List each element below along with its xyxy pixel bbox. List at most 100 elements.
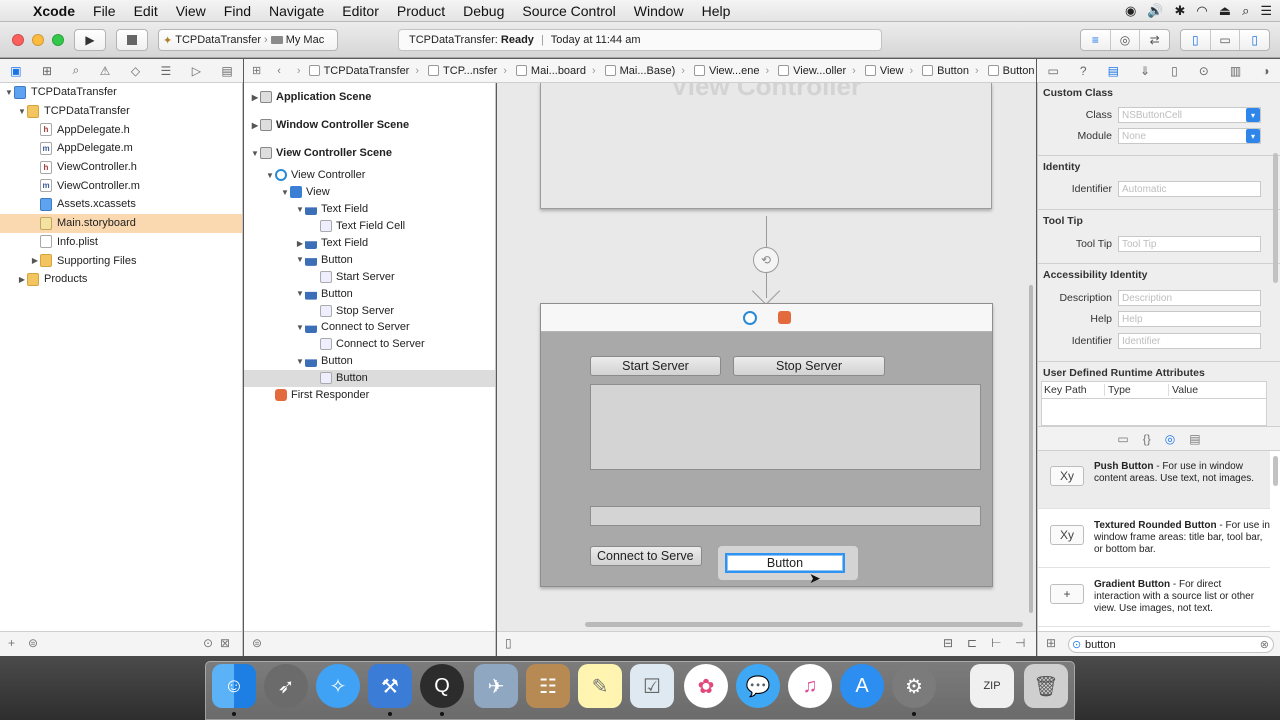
- size-inspector-icon[interactable]: ▯: [1171, 64, 1178, 78]
- menu-find[interactable]: Find: [215, 3, 260, 19]
- menu-source-control[interactable]: Source Control: [513, 3, 624, 19]
- outline-item[interactable]: Button: [244, 369, 495, 387]
- filter-icon[interactable]: ⊜: [28, 636, 38, 650]
- keypath-column[interactable]: Key Path: [1042, 384, 1105, 396]
- connect-to-server-button[interactable]: Connect to Serve: [590, 546, 702, 566]
- editor-mode-segment[interactable]: ≡ ◎ ⇄: [1080, 29, 1170, 51]
- breakpoint-navigator-icon[interactable]: ▷: [192, 64, 201, 78]
- outline-item[interactable]: ▼ View: [244, 184, 495, 201]
- navigator-item[interactable]: m AppDelegate.m: [0, 139, 242, 158]
- value-column[interactable]: Value: [1169, 384, 1198, 396]
- close-window-button[interactable]: [12, 34, 24, 46]
- navigator-item[interactable]: Info.plist: [0, 233, 242, 252]
- runtime-attributes-table[interactable]: [1041, 399, 1267, 426]
- scheme-selector[interactable]: ✦ TCPDataTransfer › My Mac: [158, 29, 338, 51]
- library-scrollbar[interactable]: [1273, 456, 1278, 486]
- disclosure-triangle-icon[interactable]: ▶: [17, 275, 27, 284]
- identifier-field[interactable]: Automatic: [1118, 181, 1261, 197]
- outline-item[interactable]: Connect to Server: [244, 336, 495, 353]
- menu-window[interactable]: Window: [625, 3, 693, 19]
- class-popup-icon[interactable]: ▾: [1246, 108, 1260, 122]
- view-toggle-segment[interactable]: ▯ ▭ ▯: [1180, 29, 1270, 51]
- class-field[interactable]: NSButtonCell ▾: [1118, 107, 1261, 123]
- inspector-scrollbar[interactable]: [1273, 153, 1278, 283]
- input-text-field[interactable]: [590, 506, 981, 526]
- navigator-toggle-icon[interactable]: ▯: [1181, 30, 1211, 50]
- breadcrumb-item[interactable]: › View...oller: [766, 65, 853, 77]
- disclosure-triangle-icon[interactable]: ▼: [295, 323, 305, 332]
- first-responder-icon[interactable]: [778, 311, 791, 324]
- help-field[interactable]: Help: [1118, 311, 1261, 327]
- outline-item[interactable]: ▶ Window Controller Scene: [244, 111, 495, 139]
- navigator-item[interactable]: h AppDelegate.h: [0, 120, 242, 139]
- menu-editor[interactable]: Editor: [333, 3, 388, 19]
- storyboard-canvas[interactable]: View Controller ⟲ Start Server Stop Serv…: [497, 83, 1036, 631]
- project-navigator-icon[interactable]: ▣: [10, 64, 21, 78]
- minimize-window-button[interactable]: [32, 34, 44, 46]
- stack-icon[interactable]: ⊟: [943, 636, 953, 650]
- library-item[interactable]: + Gradient Button - For direct interactio…: [1038, 569, 1270, 627]
- code-snippet-library-icon[interactable]: {}: [1143, 432, 1151, 446]
- navigator-item[interactable]: ▶ Supporting Files: [0, 251, 242, 270]
- debug-area-toggle-icon[interactable]: ▭: [1211, 30, 1241, 50]
- breadcrumb-item[interactable]: › Mai...Base): [592, 65, 681, 77]
- disclosure-triangle-icon[interactable]: ▼: [17, 107, 27, 116]
- standard-editor-icon[interactable]: ≡: [1081, 30, 1111, 50]
- menu-edit[interactable]: Edit: [125, 3, 167, 19]
- photos-icon[interactable]: ✿: [684, 664, 728, 708]
- quicktime-icon[interactable]: Q: [420, 664, 464, 708]
- contacts-icon[interactable]: ☷: [526, 664, 570, 708]
- issue-navigator-icon[interactable]: ⚠: [100, 64, 111, 78]
- type-column[interactable]: Type: [1105, 384, 1169, 396]
- resolve-autolayout-icon[interactable]: ⊣: [1015, 636, 1025, 650]
- grid-view-icon[interactable]: ⊞: [1046, 636, 1056, 650]
- menu-app-name[interactable]: Xcode: [24, 3, 84, 19]
- wifi-icon[interactable]: ◠: [1196, 3, 1207, 19]
- file-template-library-icon[interactable]: ▭: [1117, 432, 1128, 446]
- quick-help-icon[interactable]: ?: [1080, 64, 1087, 78]
- eject-icon[interactable]: ⏏: [1219, 3, 1231, 19]
- finder-icon[interactable]: ☺: [212, 664, 256, 708]
- disclosure-triangle-icon[interactable]: ▼: [4, 88, 14, 97]
- zip-archive-icon[interactable]: ZIP: [970, 664, 1014, 708]
- outline-item[interactable]: ▶ Application Scene: [244, 83, 495, 111]
- view-effects-icon[interactable]: ◑: [1262, 64, 1269, 78]
- spotlight-icon[interactable]: ⌕: [1242, 3, 1249, 19]
- outline-item[interactable]: ▼ View Controller Scene: [244, 139, 495, 167]
- itunes-icon[interactable]: ♫: [788, 664, 832, 708]
- menu-file[interactable]: File: [84, 3, 125, 19]
- breadcrumb-item[interactable]: › Button: [910, 65, 975, 77]
- assistant-editor-icon[interactable]: ◎: [1111, 30, 1141, 50]
- clear-search-icon[interactable]: ⊗: [1260, 638, 1269, 651]
- utilities-toggle-icon[interactable]: ▯: [1240, 30, 1269, 50]
- disclosure-triangle-icon[interactable]: ▶: [30, 256, 40, 265]
- disclosure-triangle-icon[interactable]: ▼: [295, 289, 305, 298]
- file-inspector-icon[interactable]: ▭: [1048, 64, 1059, 78]
- volume-icon[interactable]: 🔊: [1147, 3, 1163, 19]
- trash-icon[interactable]: 🗑: [1024, 664, 1068, 708]
- breadcrumb-item[interactable]: › Button: [975, 65, 1036, 77]
- breadcrumb-item[interactable]: › View: [852, 65, 909, 77]
- accessibility-identifier-field[interactable]: Identifier: [1118, 333, 1261, 349]
- disclosure-triangle-icon[interactable]: ▼: [265, 171, 275, 180]
- connections-inspector-icon[interactable]: ⊙: [1199, 64, 1209, 78]
- view-controller-icon[interactable]: [743, 311, 757, 325]
- test-navigator-icon[interactable]: ◇: [131, 64, 140, 78]
- start-server-button[interactable]: Start Server: [590, 356, 721, 376]
- outline-item[interactable]: ▼ Button: [244, 285, 495, 302]
- find-navigator-icon[interactable]: ⌕: [73, 63, 80, 78]
- bluetooth-icon[interactable]: ✱: [1175, 3, 1186, 19]
- description-field[interactable]: Description: [1118, 290, 1261, 306]
- disclosure-triangle-icon[interactable]: ▼: [250, 149, 260, 158]
- menu-debug[interactable]: Debug: [454, 3, 513, 19]
- canvas-vertical-scrollbar[interactable]: [1029, 285, 1033, 613]
- system-preferences-icon[interactable]: ⚙: [892, 664, 936, 708]
- module-field[interactable]: None ▾: [1118, 128, 1261, 144]
- navigator-item[interactable]: ▼ TCPDataTransfer: [0, 83, 242, 102]
- symbol-navigator-icon[interactable]: ⊞: [42, 64, 52, 78]
- navigator-item[interactable]: Main.storyboard: [0, 213, 242, 233]
- navigator-item[interactable]: ▶ Products: [0, 270, 242, 289]
- menu-navigate[interactable]: Navigate: [260, 3, 333, 19]
- disclosure-triangle-icon[interactable]: ▼: [280, 188, 290, 197]
- align-icon[interactable]: ⊏: [967, 636, 977, 650]
